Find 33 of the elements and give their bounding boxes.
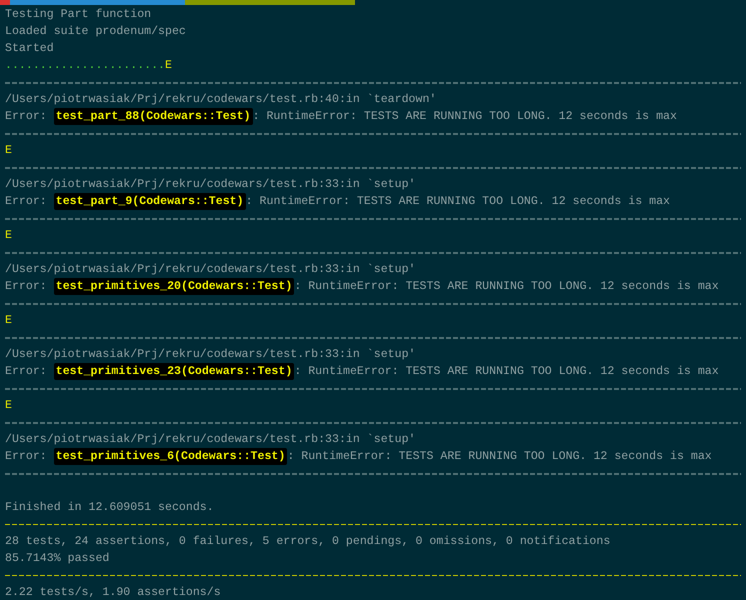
output-line: 28 tests, 24 assertions, 0 failures, 5 errors, 0 pendings, 0 omissions, 0 notifications (5, 534, 610, 550)
error-marker: E (5, 143, 12, 159)
progress-dots: ....................... (5, 58, 166, 74)
error-marker: E (165, 58, 172, 74)
error-label: Error: (5, 194, 47, 210)
error-label: Error: (5, 279, 47, 295)
error-message: : RuntimeError: TESTS ARE RUNNING TOO LONG. 12 seconds is max (294, 364, 719, 380)
error-label: Error: (5, 364, 47, 380)
error-marker: E (5, 398, 12, 414)
output-line: Loaded suite prodenum/spec (5, 24, 186, 40)
error-marker: E (5, 313, 12, 329)
output-line: Testing Part function (5, 7, 152, 23)
test-name: test_primitives_6(Codewars::Test) (54, 448, 288, 465)
output-line: /Users/piotrwasiak/Prj/rekru/codewars/test.rb:40:in `teardown' (5, 92, 436, 108)
output-line: Finished in 12.609051 seconds. (5, 500, 214, 516)
output-line: /Users/piotrwasiak/Prj/rekru/codewars/test.rb:33:in `setup' (5, 177, 416, 193)
output-line: 2.22 tests/s, 1.90 assertions/s (5, 585, 221, 600)
error-message: : RuntimeError: TESTS ARE RUNNING TOO LONG. 12 seconds is max (294, 279, 719, 295)
output-line: Started (5, 41, 54, 57)
error-message: : RuntimeError: TESTS ARE RUNNING TOO LONG. 12 seconds is max (252, 109, 677, 125)
test-name: test_part_88(Codewars::Test) (54, 108, 253, 125)
error-label: Error: (5, 109, 47, 125)
test-name: test_part_9(Codewars::Test) (54, 193, 246, 210)
output-line: 85.7143% passed (5, 551, 110, 567)
error-message: : RuntimeError: TESTS ARE RUNNING TOO LONG. 12 seconds is max (246, 194, 670, 210)
output-line: /Users/piotrwasiak/Prj/rekru/codewars/test.rb:33:in `setup' (5, 432, 416, 448)
test-name: test_primitives_23(Codewars::Test) (54, 363, 294, 380)
error-marker: E (5, 228, 12, 244)
test-name: test_primitives_20(Codewars::Test) (54, 278, 294, 295)
error-message: : RuntimeError: TESTS ARE RUNNING TOO LONG. 12 seconds is max (287, 449, 712, 465)
output-line: /Users/piotrwasiak/Prj/rekru/codewars/test.rb:33:in `setup' (5, 347, 416, 363)
error-label: Error: (5, 449, 47, 465)
output-line: /Users/piotrwasiak/Prj/rekru/codewars/test.rb:33:in `setup' (5, 262, 416, 278)
